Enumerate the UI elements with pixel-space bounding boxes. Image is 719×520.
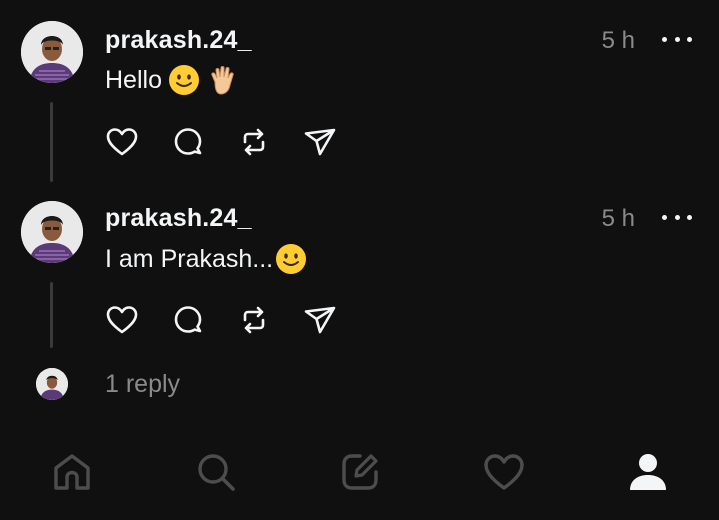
share-button[interactable] xyxy=(302,124,338,160)
post-actions xyxy=(104,124,338,160)
post-text-content: Hello xyxy=(105,65,162,94)
slightly-smiling-face-emoji xyxy=(168,65,199,95)
repost-button[interactable] xyxy=(236,124,272,160)
avatar-photo xyxy=(36,368,68,400)
avatar[interactable] xyxy=(21,21,83,83)
share-button[interactable] xyxy=(302,302,338,338)
comment-button[interactable] xyxy=(170,124,206,160)
repost-icon xyxy=(243,306,265,334)
thread-line xyxy=(50,282,53,348)
username[interactable]: prakash.24_ xyxy=(105,204,252,233)
comment-icon xyxy=(174,128,202,155)
heart-icon xyxy=(106,306,138,334)
avatar-photo xyxy=(21,21,83,83)
nav-compose[interactable] xyxy=(336,448,384,496)
slightly-smiling-face-emoji xyxy=(276,244,307,274)
view-replies[interactable]: 1 reply xyxy=(0,366,719,406)
comment-icon xyxy=(174,306,202,333)
avatar[interactable] xyxy=(21,201,83,263)
nav-profile[interactable] xyxy=(624,448,672,496)
avatar-photo xyxy=(21,201,83,263)
thread-line xyxy=(50,102,53,182)
share-icon xyxy=(304,306,336,334)
post-actions xyxy=(104,302,338,338)
post-time: 5 h xyxy=(601,205,635,232)
repost-icon xyxy=(243,128,265,156)
nav-search[interactable] xyxy=(192,448,240,496)
raised-hand-emoji xyxy=(211,66,234,95)
heart-icon xyxy=(106,128,138,156)
search-icon xyxy=(198,454,235,491)
more-options-icon[interactable] xyxy=(662,33,692,45)
reply-avatar xyxy=(36,368,68,400)
bottom-navigation xyxy=(0,440,719,510)
reply-count[interactable]: 1 reply xyxy=(105,370,180,399)
profile-icon xyxy=(630,454,666,490)
comment-button[interactable] xyxy=(170,302,206,338)
like-button[interactable] xyxy=(104,302,140,338)
thread-post-2: prakash.24_ 5 h I am Prakash... xyxy=(0,180,719,360)
repost-button[interactable] xyxy=(236,302,272,338)
username[interactable]: prakash.24_ xyxy=(105,26,252,55)
share-icon xyxy=(304,128,336,156)
post-text: I am Prakash... xyxy=(105,243,307,275)
more-options-icon[interactable] xyxy=(662,211,692,223)
activity-heart-icon xyxy=(484,454,524,490)
post-text-content: I am Prakash... xyxy=(105,244,274,273)
nav-home[interactable] xyxy=(48,448,96,496)
compose-icon xyxy=(342,454,378,490)
like-button[interactable] xyxy=(104,124,140,160)
thread-post-1: prakash.24_ 5 h Hello xyxy=(0,0,719,190)
home-icon xyxy=(54,454,90,490)
post-time: 5 h xyxy=(601,27,635,54)
post-text: Hello xyxy=(105,64,238,96)
nav-activity[interactable] xyxy=(480,448,528,496)
